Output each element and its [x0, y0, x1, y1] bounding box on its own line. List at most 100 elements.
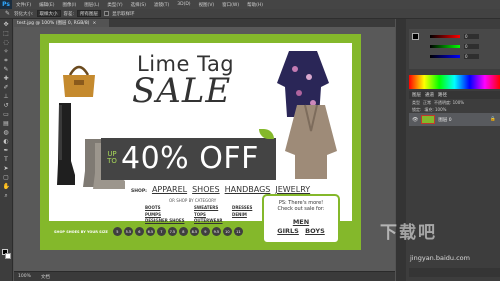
size-button[interactable]: 7.5 [167, 227, 177, 236]
quick-select-icon[interactable]: ✧ [3, 49, 10, 55]
ps-line-2: Check out sale for: [277, 206, 325, 212]
shop-links-row: SHOP: APPAREL SHOES HANDBAGS JEWELRY [131, 185, 310, 194]
show-ring-checkbox[interactable] [104, 11, 110, 16]
hand-tool-icon[interactable]: ✋ [3, 184, 10, 190]
marquee-tool-icon[interactable]: ⬚ [3, 31, 10, 37]
menu-view[interactable]: 视图(V) [195, 2, 219, 8]
tab-channels[interactable]: 通道 [425, 92, 434, 98]
foreground-swatch[interactable] [412, 33, 419, 40]
category-denim[interactable]: DENIM [232, 212, 252, 217]
lasso-tool-icon[interactable]: ◌ [3, 40, 10, 46]
menu-type[interactable]: 类型(Y) [103, 2, 126, 8]
stamp-tool-icon[interactable]: ⊥ [3, 94, 10, 100]
red-value[interactable]: 0 [464, 33, 479, 39]
size-button[interactable]: 9.5 [211, 227, 221, 236]
crop-tool-icon[interactable]: ⌗ [3, 58, 10, 64]
sample-size-select[interactable]: 取样大小 [36, 10, 61, 17]
shoe-size-label: SHOP SHOES BY YOUR SIZE [54, 229, 108, 234]
green-slider[interactable]: 0 [430, 43, 479, 49]
menu-image[interactable]: 图像(I) [58, 2, 80, 8]
green-value[interactable]: 0 [464, 43, 479, 49]
size-button[interactable]: 7 [156, 227, 166, 236]
red-slider-track[interactable] [430, 34, 460, 38]
size-button[interactable]: 11 [233, 227, 243, 236]
dodge-tool-icon[interactable]: ◐ [3, 139, 10, 145]
history-brush-icon[interactable]: ↺ [3, 103, 10, 109]
watermark-logo: 下载吧 [380, 223, 437, 243]
layer-name[interactable]: 图层 0 [438, 117, 451, 123]
shape-tool-icon[interactable]: ▢ [3, 175, 10, 181]
menu-select[interactable]: 选择(S) [127, 2, 150, 8]
move-tool-icon[interactable]: ✥ [3, 22, 10, 28]
swatches-panel[interactable] [409, 75, 500, 89]
menu-window[interactable]: 窗口(W) [218, 2, 243, 8]
size-button[interactable]: 10 [222, 227, 232, 236]
ps-link-men[interactable]: MEN [293, 218, 309, 226]
category-outerwear[interactable]: OUTERWEAR [194, 218, 223, 223]
layer-thumbnail [421, 115, 436, 124]
layers-footer-toolbar [409, 268, 500, 277]
layers-panel-tabs: 图层 通道 路径 [409, 91, 500, 99]
ps-link-girls[interactable]: GIRLS [277, 227, 299, 235]
size-button[interactable]: 5.5 [123, 227, 133, 236]
pen-tool-icon[interactable]: ✒ [3, 148, 10, 154]
eyedropper-icon[interactable]: ✎ [4, 10, 11, 17]
shop-link-handbags[interactable]: HANDBAGS [225, 185, 271, 194]
menu-help[interactable]: 帮助(H) [243, 2, 267, 8]
menu-edit[interactable]: 编辑(E) [35, 2, 58, 8]
shop-link-shoes[interactable]: SHOES [192, 185, 220, 194]
tools-panel: ✥ ⬚ ◌ ✧ ⌗ ✎ ✚ ✐ ⊥ ↺ ▭ ▤ ◍ ◐ ✒ T ➤ ▢ ✋ ⌕ [0, 19, 13, 281]
blue-slider[interactable]: 0 [430, 53, 479, 59]
eraser-tool-icon[interactable]: ▭ [3, 112, 10, 118]
shop-label: SHOP: [131, 189, 147, 194]
menu-file[interactable]: 文件(F) [12, 2, 35, 8]
category-sweaters[interactable]: SWEATERS [194, 205, 223, 210]
menu-bar: Ps 文件(F) 编辑(E) 图像(I) 图层(L) 类型(Y) 选择(S) 滤… [0, 0, 500, 9]
tall-boot-photo [57, 103, 75, 185]
shop-link-apparel[interactable]: APPAREL [152, 185, 187, 194]
background-color-swatch[interactable] [5, 253, 11, 259]
menu-filter[interactable]: 滤镜(T) [150, 2, 173, 8]
zoom-level[interactable]: 100% [18, 274, 31, 279]
blur-tool-icon[interactable]: ◍ [3, 130, 10, 136]
path-select-icon[interactable]: ➤ [3, 166, 10, 172]
red-slider[interactable]: 0 [430, 33, 479, 39]
green-slider-track[interactable] [430, 44, 460, 48]
tab-layers[interactable]: 图层 [412, 92, 421, 98]
category-dresses[interactable]: DRESSES [232, 205, 252, 210]
menu-3d[interactable]: 3D(D) [173, 2, 194, 7]
category-pumps[interactable]: PUMPS [145, 212, 185, 217]
sample-layers-select[interactable]: 所有图层 [77, 10, 102, 17]
size-button[interactable]: 6 [134, 227, 144, 236]
shop-link-jewelry[interactable]: JEWELRY [275, 185, 310, 194]
eyedropper-tool-icon[interactable]: ✎ [3, 67, 10, 73]
ps-link-boys[interactable]: BOYS [305, 227, 325, 235]
blue-value[interactable]: 0 [464, 53, 479, 59]
size-button[interactable]: 6.5 [145, 227, 155, 236]
type-tool-icon[interactable]: T [3, 157, 10, 163]
sale-artwork[interactable]: Lime Tag SALE UP TO 40% OFF SHOP: APPARE… [40, 34, 361, 250]
tab-paths[interactable]: 路径 [438, 92, 447, 98]
eye-icon[interactable]: 👁 [412, 117, 418, 123]
document-tab-title: test.jpg @ 100% (图层 0, RGB/8) [17, 21, 90, 26]
layer-row[interactable]: 👁 图层 0 🔒 [409, 113, 500, 126]
document-tab[interactable]: test.jpg @ 100% (图层 0, RGB/8) × [14, 19, 109, 27]
size-button[interactable]: 8.5 [189, 227, 199, 236]
size-button[interactable]: 8 [178, 227, 188, 236]
zoom-tool-icon[interactable]: ⌕ [3, 193, 10, 199]
close-icon[interactable]: × [92, 21, 96, 26]
blue-slider-track[interactable] [430, 54, 460, 58]
category-boots[interactable]: BOOTS [145, 205, 185, 210]
category-designer-shoes[interactable]: DESIGNER SHOES [145, 218, 185, 223]
lock-icon: 🔒 [490, 117, 496, 122]
healing-tool-icon[interactable]: ✚ [3, 76, 10, 82]
shoe-size-bar: SHOP SHOES BY YOUR SIZE 5 5.5 6 6.5 7 7.… [54, 227, 243, 236]
category-tops[interactable]: TOPS [194, 212, 223, 217]
category-column-3: DRESSES DENIM [232, 205, 252, 217]
menu-layer[interactable]: 图层(L) [80, 2, 103, 8]
size-button[interactable]: 9 [200, 227, 210, 236]
size-button[interactable]: 5 [112, 227, 122, 236]
status-bar: 100% 文档 [14, 271, 395, 281]
gradient-tool-icon[interactable]: ▤ [3, 121, 10, 127]
brush-tool-icon[interactable]: ✐ [3, 85, 10, 91]
